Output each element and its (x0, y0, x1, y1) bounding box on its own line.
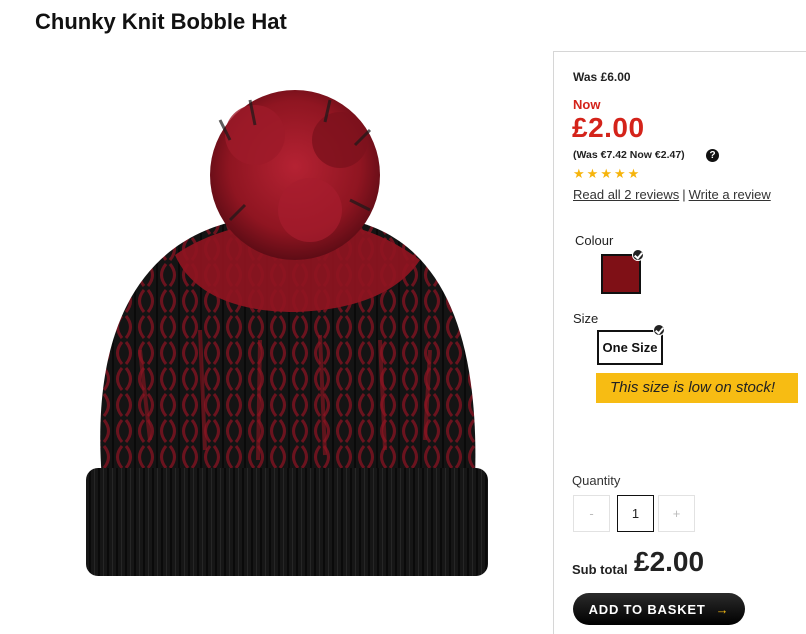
star-rating: ★ ★ ★ ★ ★ (573, 167, 639, 180)
euro-price: (Was €7.42 Now €2.47) (573, 149, 685, 161)
current-price: £2.00 (572, 112, 645, 143)
add-to-basket-label: ADD TO BASKET (588, 601, 706, 617)
size-label: Size (573, 311, 599, 326)
write-review-link[interactable]: Write a review (689, 187, 771, 202)
low-stock-banner: This size is low on stock! (596, 373, 798, 403)
subtotal-label: Sub total (572, 562, 628, 577)
size-option-selected[interactable]: One Size (597, 330, 663, 365)
quantity-label: Quantity (572, 473, 621, 488)
subtotal-value: £2.00 (634, 546, 705, 577)
now-label: Now (573, 97, 601, 112)
arrow-right-icon: → (715, 601, 730, 617)
quantity-input[interactable] (617, 495, 654, 532)
quantity-decrease-button[interactable]: - (573, 495, 610, 532)
was-price: Was £6.00 (573, 70, 631, 84)
colour-label: Colour (575, 233, 614, 248)
product-title: Chunky Knit Bobble Hat (35, 9, 287, 34)
reviews-links: Read all 2 reviews | Write a review (573, 187, 771, 202)
star-icon: ★ (613, 166, 626, 181)
reviews-separator: | (682, 187, 686, 202)
question-circle-icon[interactable]: ? (706, 149, 719, 162)
check-icon (653, 324, 665, 336)
star-icon: ★ (627, 166, 640, 181)
star-icon: ★ (600, 166, 612, 181)
read-reviews-link[interactable]: Read all 2 reviews (573, 187, 679, 202)
star-icon: ★ (573, 166, 585, 181)
add-to-basket-button[interactable]: ADD TO BASKET → (573, 593, 745, 625)
check-icon (632, 249, 644, 261)
star-icon: ★ (586, 166, 599, 181)
quantity-increase-button[interactable]: + (658, 495, 695, 532)
purchase-panel: Was £6.00 Now £2.00 (Was €7.42 Now €2.47… (553, 51, 806, 634)
product-image (86, 90, 488, 576)
